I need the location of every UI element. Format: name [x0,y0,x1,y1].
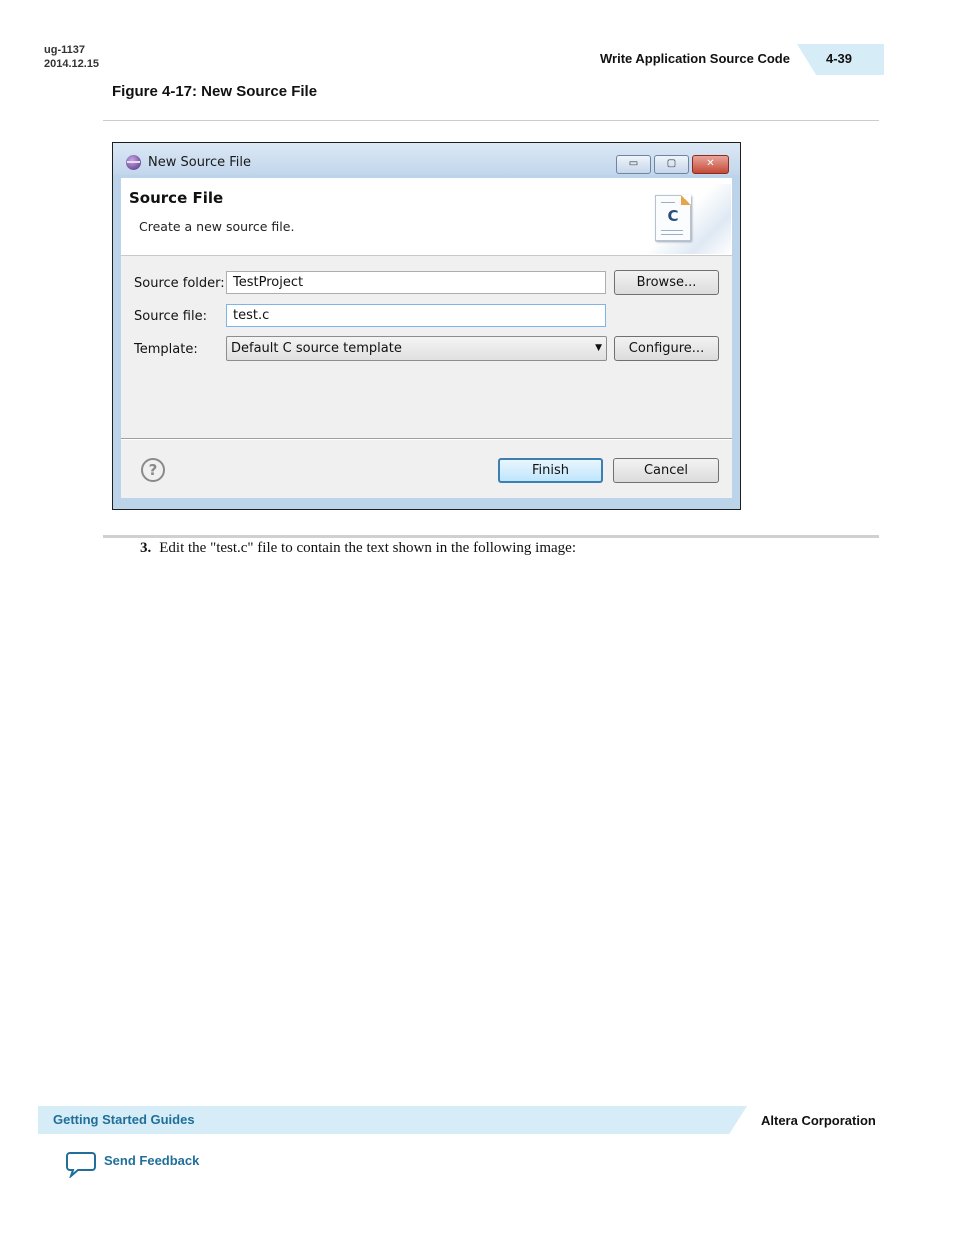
step-text: Edit the "test.c" file to contain the te… [159,540,576,556]
figure-top-rule [103,120,879,121]
page-number-tab: 4-39 [797,44,884,75]
close-button[interactable]: ✕ [692,155,729,174]
doc-id: ug-1137 [44,44,85,56]
doc-id-block: ug-1137 2014.12.15 [44,43,99,71]
step-number: 3. [140,540,152,556]
template-label: Template: [134,342,198,357]
figure-caption: Figure 4-17: New Source File [112,83,318,100]
wizard-banner: Source File Create a new source file. C [121,178,732,256]
template-value: Default C source template [231,341,402,356]
section-title: Write Application Source Code [600,51,790,66]
doc-date: 2014.12.15 [44,58,100,70]
send-feedback-link[interactable]: Send Feedback [104,1153,199,1168]
speech-bubble-icon[interactable] [66,1150,96,1178]
source-folder-input[interactable]: TestProject [226,271,606,294]
dialog-title: New Source File [148,155,252,170]
minimize-button[interactable]: ▭ [616,155,651,174]
page-number: 4-39 [826,51,853,66]
button-bar-separator-highlight [121,439,732,440]
new-source-file-dialog: New Source File ▭ ▢ ✕ Source File Create… [112,142,741,510]
figure-bottom-rule [103,535,879,538]
source-file-input[interactable]: test.c [226,304,606,327]
dialog-titlebar: New Source File ▭ ▢ ✕ [113,143,740,175]
maximize-button[interactable]: ▢ [654,155,689,174]
browse-button[interactable]: Browse... [614,270,719,295]
configure-button[interactable]: Configure... [614,336,719,361]
wizard-heading: Source File [129,189,224,207]
c-file-letter: C [667,207,679,225]
wizard-description: Create a new source file. [139,219,295,234]
eclipse-app-icon [126,155,141,170]
c-source-file-icon: C [655,195,691,241]
finish-button[interactable]: Finish [498,458,603,483]
help-icon[interactable]: ? [141,458,165,482]
guide-title-link[interactable]: Getting Started Guides [53,1112,195,1127]
dropdown-arrow-icon[interactable]: ▼ [595,337,602,360]
cancel-button[interactable]: Cancel [613,458,719,483]
template-select[interactable]: Default C source template ▼ [226,336,607,361]
footer-guide-band: Getting Started Guides [38,1106,747,1134]
company-name: Altera Corporation [761,1113,876,1128]
source-folder-label: Source folder: [134,276,225,291]
dialog-client-area: Source File Create a new source file. C … [121,178,732,498]
step-instruction: 3. Edit the "test.c" file to contain the … [140,540,576,557]
source-file-label: Source file: [134,309,207,324]
